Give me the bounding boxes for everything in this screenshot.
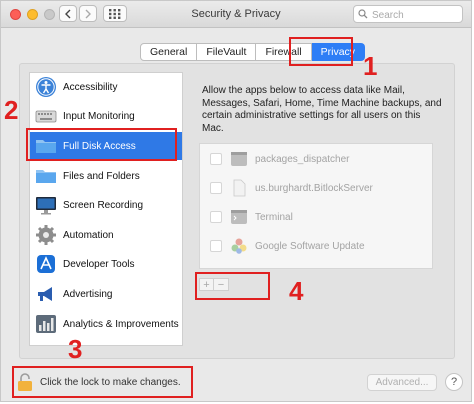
sidebar-item-files-and-folders[interactable]: Files and Folders [30, 162, 182, 190]
app-checkbox[interactable] [210, 211, 222, 223]
app-checkbox[interactable] [210, 153, 222, 165]
advanced-button[interactable]: Advanced... [367, 374, 437, 391]
folder-icon [36, 170, 56, 183]
accessibility-icon [36, 77, 56, 97]
app-name: packages_dispatcher [255, 153, 350, 165]
app-name: us.burghardt.BitlockServer [255, 182, 373, 194]
help-button[interactable]: ? [445, 373, 463, 391]
tab-filevault[interactable]: FileVault [197, 43, 257, 61]
sidebar-item-label: Advertising [63, 288, 113, 300]
app-checkbox[interactable] [210, 182, 222, 194]
sidebar-item-input-monitoring[interactable]: Input Monitoring [30, 102, 182, 130]
document-icon [233, 179, 246, 197]
app-row: packages_dispatcher [200, 147, 432, 171]
gear-icon [36, 225, 56, 245]
search-input[interactable] [370, 7, 462, 23]
sidebar-item-screen-recording[interactable]: Screen Recording [30, 191, 182, 219]
app-row: Terminal [200, 205, 432, 229]
sidebar-item-label: Input Monitoring [63, 110, 135, 122]
sidebar-item-analytics[interactable]: Analytics & Improvements [30, 310, 182, 338]
sidebar-item-developer-tools[interactable]: Developer Tools [30, 250, 182, 278]
search-icon [358, 9, 368, 19]
sidebar-item-label: Developer Tools [63, 258, 135, 270]
annotation-number-2: 2 [4, 95, 19, 125]
title-bar: Security & Privacy [1, 1, 471, 28]
annotation-number-4: 4 [289, 276, 304, 306]
sidebar-item-advertising[interactable]: Advertising [30, 280, 182, 308]
highlight-lock [12, 366, 193, 398]
search-field[interactable] [353, 5, 463, 23]
app-checkbox[interactable] [210, 240, 222, 252]
display-icon [36, 197, 56, 215]
sidebar-item-label: Files and Folders [63, 170, 140, 182]
sidebar-item-label: Automation [63, 229, 114, 241]
megaphone-icon [38, 287, 52, 301]
sidebar-item-label: Analytics & Improvements [63, 318, 179, 330]
sidebar-item-label: Screen Recording [63, 199, 144, 211]
app-name: Google Software Update [255, 240, 365, 252]
privacy-description: Allow the apps below to access data like… [202, 85, 442, 134]
security-privacy-window: Security & Privacy General FileVault Fir… [0, 0, 472, 402]
terminal-app-icon [231, 152, 247, 166]
sidebar-item-label: Accessibility [63, 81, 118, 93]
highlight-add-remove [195, 272, 270, 300]
bar-chart-icon [36, 315, 56, 333]
app-list: packages_dispatcher us.burghardt.Bitlock… [199, 143, 433, 269]
highlight-full-disk-access [26, 128, 177, 161]
highlight-privacy-tab [289, 37, 353, 66]
tab-general[interactable]: General [140, 43, 198, 61]
app-row: us.burghardt.BitlockServer [200, 176, 432, 200]
app-row: Google Software Update [200, 234, 432, 258]
app-name: Terminal [255, 211, 293, 223]
keyboard-icon [35, 110, 57, 123]
google-update-icon [231, 238, 247, 254]
annotation-number-3: 3 [68, 334, 83, 364]
developer-tools-icon [37, 255, 55, 273]
privacy-category-list: Accessibility Input Monitoring Full Disk… [29, 72, 183, 346]
annotation-number-1: 1 [363, 51, 378, 81]
sidebar-item-automation[interactable]: Automation [30, 221, 182, 249]
terminal-app-icon [231, 210, 247, 224]
sidebar-item-accessibility[interactable]: Accessibility [30, 73, 182, 101]
